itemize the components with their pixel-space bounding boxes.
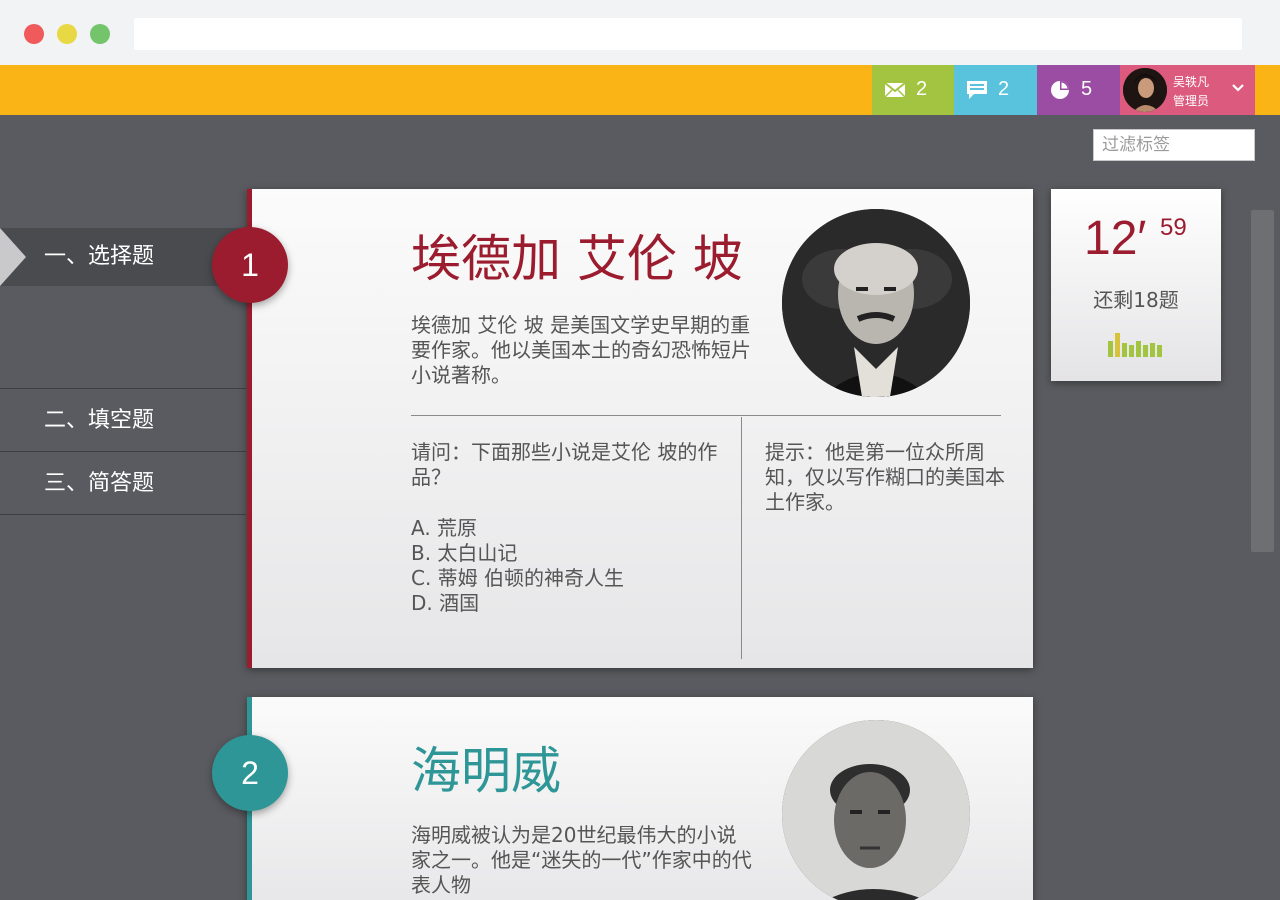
card-title: 海明威 bbox=[411, 742, 561, 800]
option-a[interactable]: A. 荒原 bbox=[411, 516, 624, 541]
section-divider bbox=[411, 415, 1001, 416]
pie-chart-icon bbox=[1051, 81, 1069, 99]
scrollbar[interactable] bbox=[1251, 210, 1274, 552]
sidebar-item-label: 二、填空题 bbox=[44, 408, 155, 433]
option-c[interactable]: C. 蒂姆 伯顿的神奇人生 bbox=[411, 566, 624, 591]
sidebar-item-label: 一、选择题 bbox=[44, 244, 155, 269]
option-d[interactable]: D. 酒国 bbox=[411, 591, 624, 616]
card-description: 埃德加 艾伦 坡 是美国文学史早期的重要作家。他以美国本土的奇幻恐怖短片小说著称… bbox=[411, 313, 751, 387]
countdown-timer: 12′ 59 还剩18题 bbox=[1051, 189, 1221, 381]
active-indicator bbox=[0, 228, 26, 286]
timer-minutes: 12′ bbox=[1084, 212, 1147, 265]
browser-chrome bbox=[0, 0, 1280, 65]
comments-button[interactable]: 2 bbox=[954, 65, 1037, 115]
messages-count: 2 bbox=[916, 78, 928, 100]
question-number-badge: 1 bbox=[212, 227, 288, 303]
column-divider bbox=[741, 417, 742, 659]
remaining-questions: 还剩18题 bbox=[1093, 288, 1179, 312]
author-portrait bbox=[782, 209, 970, 397]
sidebar-item-multiple-choice[interactable]: 一、选择题 bbox=[0, 228, 246, 286]
chevron-down-icon[interactable] bbox=[1231, 81, 1245, 95]
hint-text: 提示：他是第一位众所周知，仅以写作糊口的美国本土作家。 bbox=[765, 440, 1005, 514]
top-bar: 2 2 5 吴轶凡 管理员 bbox=[0, 65, 1280, 115]
filter-tags-input[interactable] bbox=[1093, 129, 1255, 161]
chat-icon bbox=[967, 81, 987, 99]
question-card-1: 埃德加 艾伦 坡 埃德加 艾伦 坡 是美国文学史早期的重要作家。他以美国本土的奇… bbox=[247, 189, 1033, 668]
sidebar-item-fill-in[interactable]: 二、填空题 bbox=[0, 390, 246, 452]
card-description: 海明威被认为是20世纪最伟大的小说家之一。他是“迷失的一代”作家中的代表人物 bbox=[411, 823, 752, 897]
messages-button[interactable]: 2 bbox=[872, 65, 954, 115]
close-window-button[interactable] bbox=[24, 24, 44, 44]
user-role: 管理员 bbox=[1173, 94, 1210, 108]
option-b[interactable]: B. 太白山记 bbox=[411, 541, 624, 566]
user-menu[interactable]: 吴轶凡 管理员 bbox=[1120, 65, 1255, 115]
question-card-2: 海明威 海明威被认为是20世纪最伟大的小说家之一。他是“迷失的一代”作家中的代表… bbox=[247, 697, 1033, 900]
sidebar-item-short-answer[interactable]: 三、简答题 bbox=[0, 453, 246, 515]
author-portrait bbox=[782, 720, 970, 900]
maximize-window-button[interactable] bbox=[90, 24, 110, 44]
stats-count: 5 bbox=[1081, 78, 1093, 100]
stats-button[interactable]: 5 bbox=[1037, 65, 1120, 115]
sidebar-divider bbox=[0, 388, 246, 389]
user-name: 吴轶凡 bbox=[1173, 75, 1210, 89]
card-title: 埃德加 艾伦 坡 bbox=[411, 230, 743, 288]
timer-seconds: 59 bbox=[1160, 214, 1187, 241]
address-bar[interactable] bbox=[134, 18, 1242, 50]
sidebar-item-label: 三、简答题 bbox=[44, 471, 155, 496]
question-number-badge: 2 bbox=[212, 735, 288, 811]
comments-count: 2 bbox=[998, 78, 1010, 100]
mail-icon bbox=[884, 82, 906, 98]
avatar bbox=[1123, 68, 1167, 112]
progress-bars-icon bbox=[1108, 333, 1162, 357]
question-text: 请问：下面那些小说是艾伦 坡的作品？ bbox=[411, 440, 718, 489]
answer-options: A. 荒原 B. 太白山记 C. 蒂姆 伯顿的神奇人生 D. 酒国 bbox=[411, 516, 624, 616]
minimize-window-button[interactable] bbox=[57, 24, 77, 44]
